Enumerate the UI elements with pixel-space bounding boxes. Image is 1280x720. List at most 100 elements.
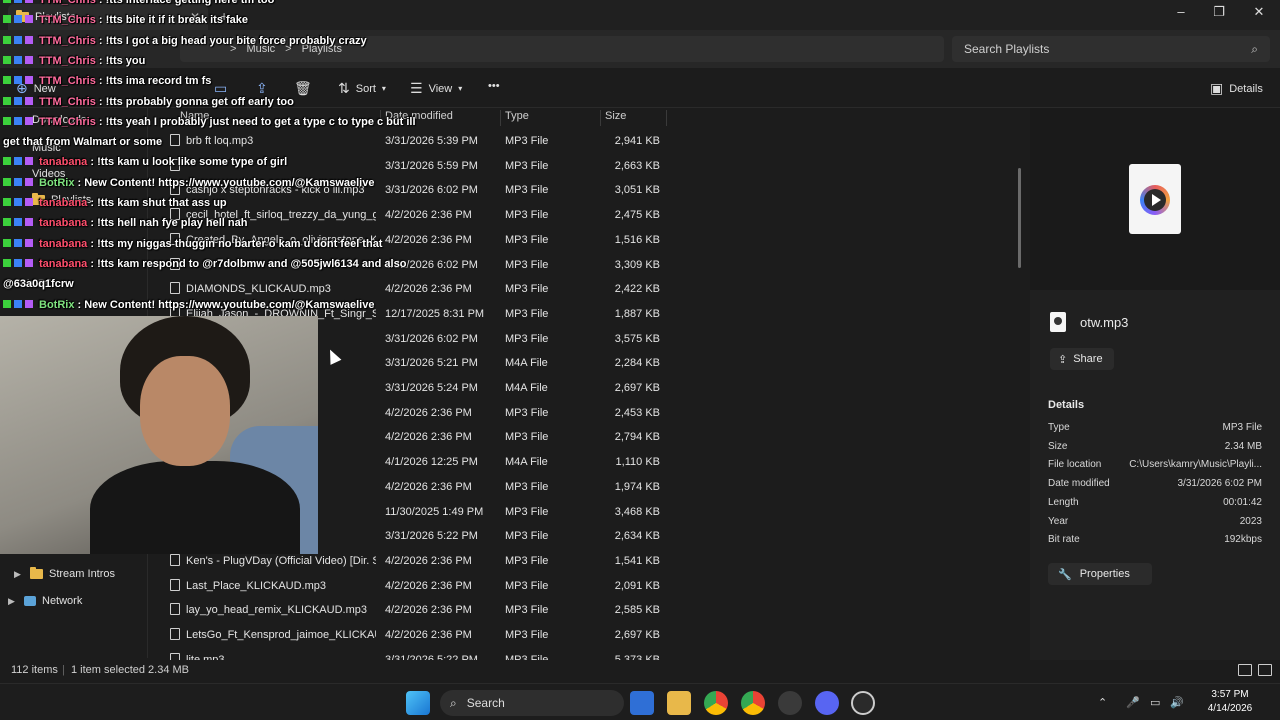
sidebar-item-music[interactable]: Music xyxy=(32,142,61,154)
properties-button[interactable]: 🔧 Properties xyxy=(1048,563,1152,585)
new-button[interactable]: ⊕ New xyxy=(16,80,56,97)
file-date: 3/31/2026 6:02 PM xyxy=(385,332,478,345)
detail-key: Type xyxy=(1048,422,1070,433)
sidebar-item-stream-intros[interactable]: ▶ Stream Intros xyxy=(14,567,115,580)
file-icon xyxy=(170,158,180,171)
store-icon[interactable] xyxy=(630,691,654,715)
network-icon[interactable]: ▭ xyxy=(1150,696,1160,709)
table-row[interactable]: Last_Place_KLICKAUD.mp3 4/2/2026 2:36 PM M… xyxy=(160,574,1020,598)
detail-key: File location xyxy=(1048,459,1102,471)
file-name: brb ft loq.mp3 xyxy=(186,135,254,147)
audio-file-icon xyxy=(1129,164,1181,234)
table-row[interactable]: cecil_hotel_ft_sirloq_trezzy_da_yung_god… xyxy=(160,203,1020,227)
status-bar: 112 items | 1 item selected 2.34 MB xyxy=(0,660,1280,680)
volume-icon[interactable]: 🔊 xyxy=(1170,696,1184,709)
folder-icon xyxy=(32,193,45,205)
sidebar-item-videos[interactable]: Videos xyxy=(32,168,65,180)
breadcrumb-music[interactable]: Music xyxy=(246,43,275,55)
detail-value: 192kbps xyxy=(1224,534,1262,546)
file-type: M4A File xyxy=(505,456,548,469)
tab-playlists[interactable]: Playlists ✕ xyxy=(8,4,208,30)
table-row[interactable]: LetsGo_Ft_Kensprod_jaimoe_KLICKAUD.... 4/… xyxy=(160,623,1020,647)
close-button[interactable]: ✕ xyxy=(1240,4,1278,24)
file-date: 4/2/2026 2:36 PM xyxy=(385,233,472,246)
chevron-up-icon[interactable]: ⌃ xyxy=(1098,696,1107,709)
file-size: 2,697 KB xyxy=(614,629,660,641)
tab-close-icon[interactable]: ✕ xyxy=(190,10,200,24)
sidebar-item-label: Playlists xyxy=(51,194,92,206)
column-divider[interactable] xyxy=(666,110,667,126)
search-input[interactable]: Search Playlists ⌕ xyxy=(952,36,1270,62)
column-divider[interactable] xyxy=(600,110,601,126)
file-name: LetsGo_Ft_Kensprod_jaimoe_KLICKAUD.... xyxy=(186,629,376,641)
column-header-type[interactable]: Type xyxy=(505,110,529,128)
large-icons-view-button[interactable] xyxy=(1258,664,1272,676)
column-header-name[interactable]: Name xyxy=(180,110,209,128)
file-size: 2,475 KB xyxy=(614,209,660,222)
obs-icon[interactable] xyxy=(778,691,802,715)
sort-label: Sort xyxy=(355,82,376,95)
file-type: MP3 File xyxy=(505,604,549,617)
file-icon xyxy=(1050,312,1066,332)
column-divider[interactable] xyxy=(380,110,381,126)
details-pane-button[interactable]: ▣ Details xyxy=(1210,80,1263,97)
file-name: lay_yo_head_remix_KLICKAUD.mp3 xyxy=(186,604,367,617)
share-button[interactable]: ⇪ Share xyxy=(1050,348,1114,370)
sort-button[interactable]: ⇅ Sort ▾ xyxy=(338,80,386,97)
file-name: Created_By_Angels_o_olivierastone_KLI... xyxy=(186,233,376,246)
sidebar-item-network[interactable]: ▶ Network xyxy=(8,595,82,607)
item-count: 112 items xyxy=(11,664,58,676)
start-button[interactable] xyxy=(406,691,430,715)
system-clock[interactable]: 3:57 PM 4/14/2026 xyxy=(1200,688,1260,716)
chrome-icon[interactable] xyxy=(704,691,728,715)
file-type: MP3 File xyxy=(505,505,549,518)
detail-property-row: Year 2023 xyxy=(1048,516,1262,530)
table-row[interactable]: lay_yo_head_remix_KLICKAUD.mp3 4/2/2026 2… xyxy=(160,598,1020,622)
file-name: Ken's - PlugVDay (Official Video) [Dir. … xyxy=(186,554,376,567)
table-row[interactable]: Created_By_Angels_o_olivierastone_KLI...… xyxy=(160,228,1020,252)
sort-icon: ⇅ xyxy=(338,80,350,96)
vertical-scrollbar[interactable] xyxy=(1018,168,1021,268)
taskbar-search[interactable]: ⌕ Search xyxy=(440,690,624,716)
share-icon[interactable]: ⇪ xyxy=(256,80,268,97)
breadcrumb-playlists[interactable]: Playlists xyxy=(302,43,342,55)
sidebar-item-this-pc[interactable]: This PC xyxy=(14,278,53,290)
table-row[interactable]: 3/31/2026 6:02 PM MP3 File 3,309 KB xyxy=(160,253,1020,277)
detail-value: 2023 xyxy=(1239,515,1262,527)
table-row[interactable]: DIAMONDS_KLICKAUD.mp3 4/2/2026 2:36 PM MP3… xyxy=(160,277,1020,301)
detail-property-row: Length 00:01:42 xyxy=(1048,497,1262,511)
file-size: 2,941 KB xyxy=(614,135,660,147)
chevron-down-icon: ▾ xyxy=(381,84,386,93)
table-row[interactable]: brb ft loq.mp3 3/31/2026 5:39 PM MP3 File 2… xyxy=(160,129,1020,153)
new-tab-button[interactable]: + xyxy=(220,8,228,24)
network-icon xyxy=(24,596,36,606)
delete-icon[interactable]: 🗑 xyxy=(294,80,312,97)
sidebar-item-playlists[interactable]: Playlists xyxy=(32,193,92,206)
column-header-date[interactable]: Date modified xyxy=(385,110,453,128)
maximize-button[interactable]: ❐ xyxy=(1200,4,1238,24)
file-date: 4/2/2026 2:36 PM xyxy=(385,554,472,567)
file-explorer-icon[interactable] xyxy=(667,691,691,715)
minimize-button[interactable]: – xyxy=(1162,4,1200,24)
detail-value: MP3 File xyxy=(1222,422,1262,433)
sidebar-item-downloads[interactable]: Downloads xyxy=(32,114,86,126)
table-row[interactable]: cashjo x steptonracks - kick o lil.mp3 3/… xyxy=(160,178,1020,202)
column-header-size[interactable]: Size xyxy=(605,110,626,128)
file-icon xyxy=(170,183,180,196)
more-options-button[interactable]: ••• xyxy=(488,80,500,92)
view-button[interactable]: ☰ View ▾ xyxy=(410,80,462,97)
table-row[interactable]: 3/31/2026 5:59 PM MP3 File 2,663 KB xyxy=(160,154,1020,178)
microphone-icon[interactable]: 🎤 xyxy=(1126,696,1140,709)
media-player-icon[interactable] xyxy=(851,691,875,715)
chrome-profile-icon[interactable] xyxy=(741,691,765,715)
file-name: DIAMONDS_KLICKAUD.mp3 xyxy=(186,283,331,296)
address-bar[interactable]: > Music > Playlists xyxy=(180,36,944,62)
file-date: 3/31/2026 6:02 PM xyxy=(385,258,478,271)
discord-icon[interactable] xyxy=(815,691,839,715)
rename-icon[interactable]: ▭ xyxy=(214,80,227,97)
column-divider[interactable] xyxy=(500,110,501,126)
file-type: MP3 File xyxy=(505,480,549,493)
file-size: 2,697 KB xyxy=(614,382,660,394)
search-icon: ⌕ xyxy=(1251,41,1258,56)
details-view-button[interactable] xyxy=(1238,664,1252,676)
